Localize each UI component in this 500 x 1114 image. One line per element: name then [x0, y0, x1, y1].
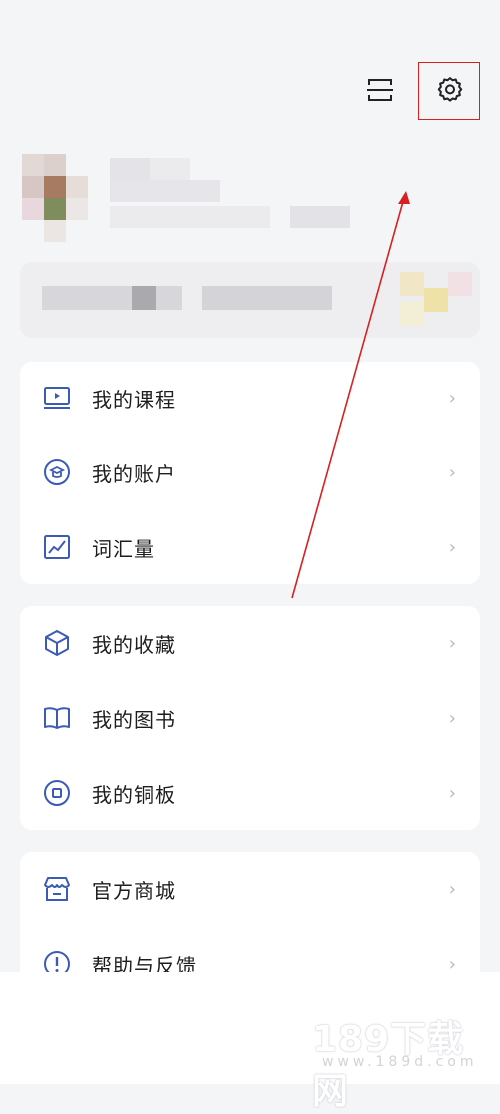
menu-item-label: 我的铜板 [92, 782, 176, 807]
account-coin-icon [42, 457, 72, 487]
chevron-right-icon: › [448, 461, 456, 483]
store-icon [42, 874, 72, 904]
menu-item-label: 我的账户 [92, 461, 176, 486]
top-bar [0, 0, 500, 140]
menu-item-label: 官方商城 [92, 878, 176, 903]
chevron-right-icon: › [448, 878, 456, 900]
menu-card-3: 官方商城 › 帮助与反馈 › [20, 852, 480, 982]
membership-banner[interactable] [20, 262, 480, 338]
menu-item-label: 词汇量 [92, 536, 155, 561]
menu-item-my-courses[interactable]: 我的课程 › [20, 368, 480, 428]
banner-text-blurred [42, 286, 362, 314]
chevron-right-icon: › [448, 707, 456, 729]
chevron-right-icon: › [448, 536, 456, 558]
chevron-right-icon: › [448, 632, 456, 654]
user-profile[interactable] [20, 150, 480, 250]
menu-item-my-account[interactable]: 我的账户 › [20, 442, 480, 502]
scan-button[interactable] [360, 70, 400, 110]
menu-item-label: 我的课程 [92, 387, 176, 412]
copper-coin-icon [42, 778, 72, 808]
username-blurred [110, 158, 370, 228]
menu-item-official-store[interactable]: 官方商城 › [20, 859, 480, 919]
menu-item-label: 我的收藏 [92, 632, 176, 657]
watermark-url: www.189d.com [322, 1054, 478, 1070]
chevron-right-icon: › [448, 782, 456, 804]
settings-highlight-box [418, 62, 480, 120]
menu-card-1: 我的课程 › 我的账户 › 词汇量 › [20, 362, 480, 584]
menu-item-vocabulary[interactable]: 词汇量 › [20, 517, 480, 577]
banner-image-blurred [400, 272, 424, 296]
vocabulary-chart-icon [42, 532, 72, 562]
menu-card-2: 我的收藏 › 我的图书 › 我的铜板 › [20, 606, 480, 830]
menu-item-my-favorites[interactable]: 我的收藏 › [20, 613, 480, 673]
book-icon [42, 703, 72, 733]
favorites-cube-icon [42, 628, 72, 658]
menu-item-label: 我的图书 [92, 707, 176, 732]
scan-icon [367, 79, 393, 101]
chevron-right-icon: › [448, 387, 456, 409]
menu-item-my-books[interactable]: 我的图书 › [20, 688, 480, 748]
course-play-icon [42, 383, 72, 413]
avatar[interactable] [20, 150, 90, 244]
menu-item-my-copper-coins[interactable]: 我的铜板 › [20, 763, 480, 823]
